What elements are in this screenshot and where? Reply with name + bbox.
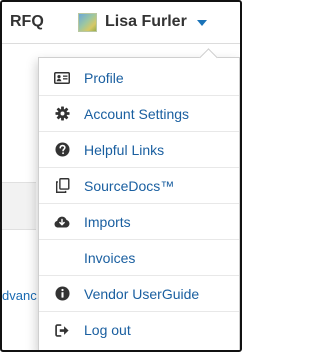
gear-icon — [54, 106, 70, 122]
caret-down-icon — [196, 20, 207, 26]
copy-icon — [54, 178, 70, 194]
menu-item-log-out[interactable]: Log out — [39, 312, 239, 348]
cloud-download-icon — [54, 214, 70, 230]
menu-item-profile[interactable]: Profile — [39, 60, 239, 96]
user-menu-toggle[interactable]: Lisa Furler — [78, 8, 207, 36]
user-dropdown-menu: Profile Account Settings Helpful Links S… — [38, 57, 240, 350]
menu-item-label: Vendor UserGuide — [84, 285, 200, 302]
menu-item-label: Helpful Links — [84, 141, 165, 158]
user-avatar — [78, 12, 97, 32]
top-nav-bar: RFQ Lisa Furler — [2, 2, 240, 44]
user-name: Lisa Furler — [105, 13, 187, 30]
menu-item-label: Account Settings — [84, 105, 190, 122]
nav-rfq-link[interactable]: RFQ — [10, 13, 44, 31]
menu-item-label: Invoices — [84, 249, 136, 266]
menu-item-label: SourceDocs™ — [84, 177, 175, 194]
menu-item-label: Imports — [84, 213, 131, 230]
window-frame: RFQ Lisa Furler dvanc Profile Account Se… — [0, 0, 242, 352]
menu-item-account-settings[interactable]: Account Settings — [39, 96, 239, 132]
question-circle-icon — [54, 142, 70, 158]
menu-item-helpful-links[interactable]: Helpful Links — [39, 132, 239, 168]
sign-out-icon — [54, 322, 70, 338]
menu-item-sourcedocs[interactable]: SourceDocs™ — [39, 168, 239, 204]
info-circle-icon — [54, 286, 70, 302]
menu-item-label: Profile — [84, 69, 124, 86]
id-card-icon — [54, 70, 70, 86]
menu-item-imports[interactable]: Imports — [39, 204, 239, 240]
menu-item-invoices[interactable]: Invoices — [39, 240, 239, 276]
background-panel — [2, 182, 36, 230]
menu-item-vendor-userguide[interactable]: Vendor UserGuide — [39, 276, 239, 312]
background-link[interactable]: dvanc — [2, 288, 37, 303]
menu-item-label: Log out — [84, 322, 131, 338]
